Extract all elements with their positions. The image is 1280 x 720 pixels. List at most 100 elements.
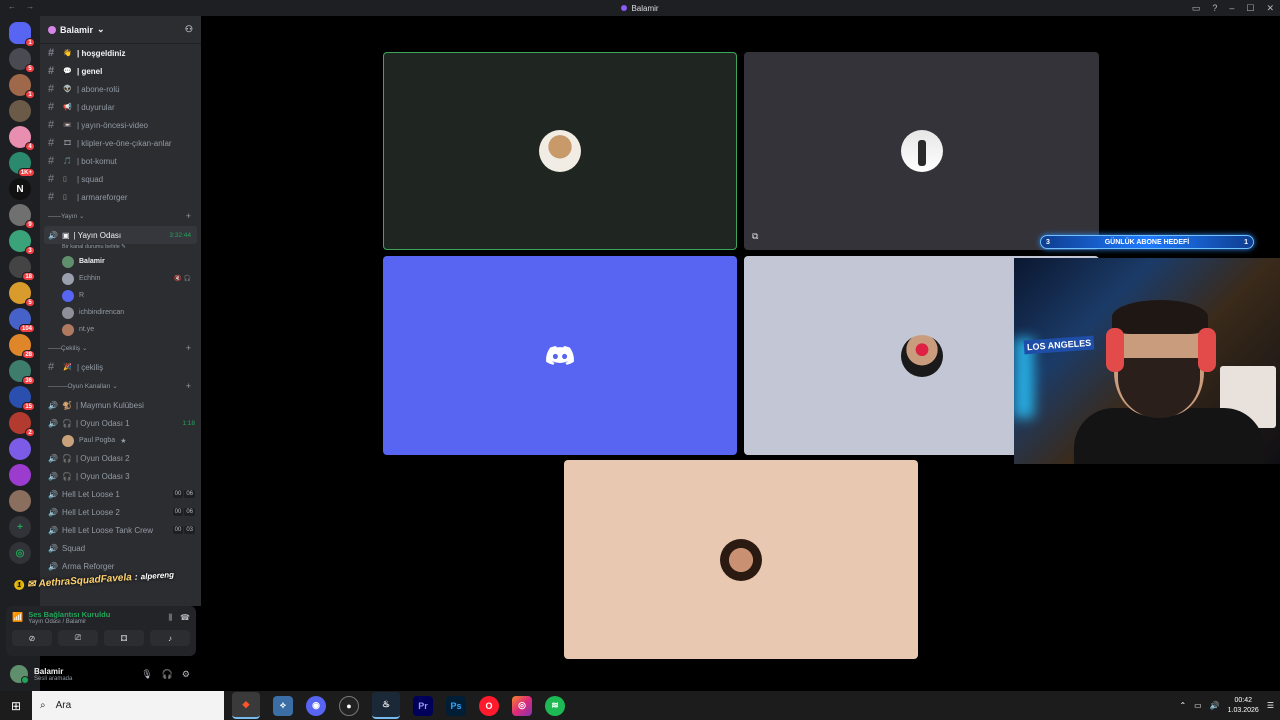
discord-app-icon[interactable]: ◉ — [306, 695, 326, 716]
voice-channel-oyun-3[interactable]: 🔊 🎧 | Oyun Odası 3 — [40, 467, 201, 485]
participant-tile[interactable] — [564, 460, 918, 659]
text-channel[interactable]: # 👽 | abone-rolü — [40, 80, 201, 98]
server-icon[interactable]: 28 — [9, 334, 35, 359]
inbox-icon[interactable]: ▭ — [1192, 3, 1201, 14]
category-yayin[interactable]: —— Yayın ⌄ + — [40, 206, 201, 226]
text-channel[interactable]: # 📼 | yayın-öncesi-video — [40, 116, 201, 134]
maximize-button[interactable]: ☐ — [1246, 3, 1254, 14]
server-icon[interactable]: 1 — [9, 74, 35, 99]
text-channel[interactable]: # 👋 | hoşgeldiniz — [40, 44, 201, 62]
server-icon[interactable]: N — [9, 178, 31, 200]
voice-channel-maymun[interactable]: 🔊 🐒 | Maymun Kulübesi — [40, 396, 201, 414]
taskbar-search[interactable]: ⌕ Ara — [32, 691, 224, 720]
voice-channel-hll[interactable]: 🔊 Hell Let Loose Tank Crew 00 03 — [40, 521, 201, 539]
soundboard-button[interactable]: ♪ — [150, 630, 190, 646]
headphone-icon[interactable]: 🎧 — [162, 669, 173, 680]
voice-member[interactable]: nt.ye — [40, 321, 201, 338]
participant-tile[interactable] — [383, 52, 737, 250]
settings-icon[interactable]: ⚙ — [182, 669, 190, 680]
server-icon[interactable]: 18 — [9, 256, 35, 281]
text-channel[interactable]: # 💬 | genel — [40, 62, 201, 80]
voice-member[interactable]: Echhin 🔇 🎧 — [40, 270, 201, 287]
disconnect-icon[interactable]: ☎ — [180, 613, 190, 623]
channel-status[interactable]: Bir kanal durumu belirle ✎ — [40, 244, 201, 253]
volume-icon[interactable]: 🔊 — [1210, 701, 1220, 710]
voice-channel-yayin-odasi[interactable]: 🔊 ▣ | Yayın Odası 3:32:44 — [44, 226, 197, 244]
text-channel[interactable]: # 🎞 | klipler-ve-öne-çıkan-anlar — [40, 134, 201, 152]
server-icon[interactable]: 1K+ — [9, 152, 35, 177]
server-icon[interactable] — [9, 100, 31, 122]
server-icon[interactable]: 5 — [9, 48, 35, 73]
windows-start-icon[interactable]: ⊞ — [0, 691, 32, 720]
speaker-icon: 🔊 — [48, 230, 58, 240]
explore-icon[interactable]: ◎ — [9, 542, 31, 564]
screen-share-button[interactable]: ⎚ — [58, 630, 98, 646]
category-oyun[interactable]: ——— Oyun Kanalları ⌄ + — [40, 376, 201, 396]
server-icon[interactable] — [9, 490, 31, 512]
instagram-app-icon[interactable]: ◎ — [512, 695, 532, 716]
add-server-icon[interactable]: + — [9, 516, 31, 538]
voice-connected-channel[interactable]: Yayın Odası / Balamir — [28, 619, 110, 625]
opera-app-icon[interactable]: O — [479, 695, 499, 716]
noise-suppression-icon[interactable]: ⫼ — [168, 613, 172, 623]
steam-app-icon[interactable]: ♨ — [372, 692, 400, 719]
speaker-icon: 🔊 — [48, 507, 58, 517]
premiere-app-icon[interactable]: Pr — [413, 695, 433, 716]
voice-member[interactable]: ichbindirencan — [40, 304, 201, 321]
server-icon[interactable]: 5 — [9, 282, 35, 307]
text-channel-cekilis[interactable]: # 🎉 | çekiliş — [40, 358, 201, 376]
network-icon[interactable]: ▭ — [1194, 701, 1202, 710]
server-icon[interactable]: 4 — [9, 126, 35, 151]
voice-channel-oyun-1[interactable]: 🔊 🎧 | Oyun Odası 1 1:18 — [40, 414, 201, 432]
voice-channel-oyun-2[interactable]: 🔊 🎧 | Oyun Odası 2 — [40, 449, 201, 467]
voice-member[interactable]: R — [40, 287, 201, 304]
photoshop-app-icon[interactable]: Ps — [446, 695, 466, 716]
text-channel[interactable]: # ▯ | squad — [40, 170, 201, 188]
close-button[interactable]: ✕ — [1266, 3, 1274, 14]
category-cekilis[interactable]: —— Çekiliş ⌄ + — [40, 338, 201, 358]
notification-icon[interactable]: ☰ — [1267, 701, 1274, 710]
chevron-up-icon[interactable]: ⌃ — [1179, 701, 1186, 710]
voice-channel-squad[interactable]: 🔊 Squad — [40, 539, 201, 557]
server-icon[interactable] — [9, 438, 31, 460]
add-channel-icon[interactable]: + — [186, 211, 191, 221]
server-icon[interactable]: 36 — [9, 360, 35, 385]
microphone-icon[interactable]: 🎙 — [141, 669, 152, 680]
server-icon[interactable]: 2 — [9, 412, 35, 437]
server-icon[interactable]: 9 — [9, 204, 35, 229]
hash-icon: # — [48, 83, 55, 95]
signal-icon[interactable]: 📶 — [12, 612, 23, 623]
participant-tile[interactable]: ⧉ — [744, 52, 1099, 250]
voice-member[interactable]: Paul Pogba ★ — [40, 432, 201, 449]
add-member-icon[interactable]: ⚇ — [185, 24, 193, 35]
avatar[interactable] — [10, 665, 29, 684]
voice-connected-title[interactable]: Ses Bağlantısı Kuruldu — [28, 610, 110, 619]
subscriber-goal-bar: 3 GÜNLÜK ABONE HEDEFİ 1 — [1040, 235, 1254, 249]
voice-channel-hll[interactable]: 🔊 Hell Let Loose 1 00 06 — [40, 485, 201, 503]
brave-app-icon[interactable]: ◆ — [232, 692, 260, 719]
nav-arrows[interactable]: ← → — [8, 2, 38, 11]
text-channel[interactable]: # ▯ | armareforger — [40, 188, 201, 206]
mention-badge: 2 — [25, 428, 35, 437]
server-icon[interactable]: 15 — [9, 386, 35, 411]
activity-button[interactable]: ⚃ — [104, 630, 144, 646]
network-app-icon[interactable]: ⟡ — [273, 695, 293, 716]
server-icon[interactable] — [9, 464, 31, 486]
server-icon[interactable]: 3 — [9, 230, 35, 255]
discord-home-icon[interactable]: 1 — [9, 22, 35, 47]
text-channel[interactable]: # 📢 | duyurular — [40, 98, 201, 116]
guild-header[interactable]: Balamir ⌄ ⚇ — [40, 16, 201, 44]
clock[interactable]: 00:42 1.03.2026 — [1228, 696, 1259, 716]
voice-member[interactable]: Balamir — [40, 253, 201, 270]
spotify-app-icon[interactable]: ≋ — [545, 695, 565, 716]
voice-channel-hll[interactable]: 🔊 Hell Let Loose 2 00 06 — [40, 503, 201, 521]
server-icon[interactable]: 104 — [9, 308, 35, 333]
help-icon[interactable]: ? — [1212, 3, 1217, 13]
participant-tile[interactable] — [383, 256, 737, 455]
minimize-button[interactable]: – — [1229, 3, 1234, 13]
obs-app-icon[interactable]: ● — [339, 695, 359, 716]
add-channel-icon[interactable]: + — [186, 343, 191, 353]
text-channel[interactable]: # 🎵 | bot-komut — [40, 152, 201, 170]
camera-off-button[interactable]: ⊘ — [12, 630, 52, 646]
add-channel-icon[interactable]: + — [186, 381, 191, 391]
